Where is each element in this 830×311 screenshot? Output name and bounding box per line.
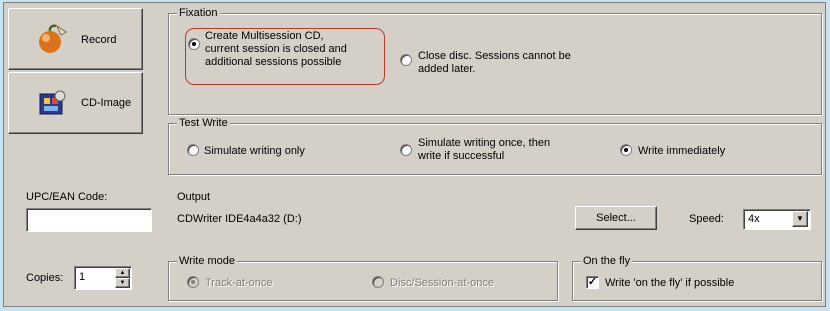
track-at-once-radio[interactable] xyxy=(187,276,199,288)
select-button-label: Select... xyxy=(596,212,636,224)
speed-value: 4x xyxy=(748,213,760,225)
fixation-title: Fixation xyxy=(177,6,220,20)
speed-dropdown-button[interactable]: ▼ xyxy=(792,211,808,227)
on-the-fly-checkbox[interactable]: ✓ xyxy=(586,276,599,289)
chevron-down-icon: ▼ xyxy=(119,280,126,286)
simulate-once-radio[interactable] xyxy=(400,144,412,156)
test-write-title: Test Write xyxy=(177,116,230,130)
record-label: Record xyxy=(81,34,117,46)
checkmark-icon: ✓ xyxy=(587,276,598,288)
copies-label: Copies: xyxy=(26,272,64,284)
record-button[interactable]: Record xyxy=(8,8,143,70)
simulate-once-label-line1: Simulate writing once, then xyxy=(418,137,551,149)
chevron-down-icon: ▼ xyxy=(796,214,804,223)
track-at-once-label: Track-at-once xyxy=(205,277,273,289)
on-the-fly-label: Write 'on the fly' if possible xyxy=(605,277,735,289)
speed-select[interactable]: 4x ▼ xyxy=(743,209,811,230)
write-mode-title: Write mode xyxy=(177,254,238,268)
copies-value: 1 xyxy=(79,271,86,283)
upc-label: UPC/EAN Code: xyxy=(26,191,108,203)
close-disc-label-line1: Close disc. Sessions cannot be xyxy=(418,50,571,62)
speed-label: Speed: xyxy=(689,213,724,225)
write-immediately-label: Write immediately xyxy=(638,145,726,157)
copies-down-button[interactable]: ▼ xyxy=(115,278,130,288)
write-immediately-radio[interactable] xyxy=(620,144,632,156)
on-the-fly-title: On the fly xyxy=(581,254,633,268)
cd-image-button[interactable]: CD-Image xyxy=(8,72,143,134)
disc-session-at-once-label: Disc/Session-at-once xyxy=(390,277,494,289)
chevron-up-icon: ▲ xyxy=(119,270,126,276)
simulate-once-label-line2: write if successful xyxy=(418,150,505,162)
cd-image-icon xyxy=(39,90,66,115)
copies-up-button[interactable]: ▲ xyxy=(115,268,130,278)
multisession-radio[interactable] xyxy=(188,38,200,50)
cd-image-label: CD-Image xyxy=(81,97,132,109)
simulate-only-radio[interactable] xyxy=(187,144,199,156)
simulate-only-label: Simulate writing only xyxy=(204,145,305,157)
disc-session-at-once-radio[interactable] xyxy=(372,276,384,288)
close-disc-radio[interactable] xyxy=(400,54,412,66)
multisession-label-line3: additional sessions possible xyxy=(205,56,342,68)
upc-input[interactable] xyxy=(26,208,152,232)
output-device: CDWriter IDE4a4a32 (D:) xyxy=(177,213,302,225)
select-button[interactable]: Select... xyxy=(575,206,657,230)
output-title: Output xyxy=(177,191,211,203)
record-icon xyxy=(39,24,67,53)
multisession-label-line2: current session is closed and xyxy=(205,43,347,55)
cd-write-dialog: Record CD-Image Fixation Create Multises… xyxy=(3,2,826,307)
multisession-label-line1: Create Multisession CD, xyxy=(205,30,324,42)
close-disc-label-line2: added later. xyxy=(418,63,476,75)
copies-stepper[interactable]: 1 ▲ ▼ xyxy=(74,266,132,290)
